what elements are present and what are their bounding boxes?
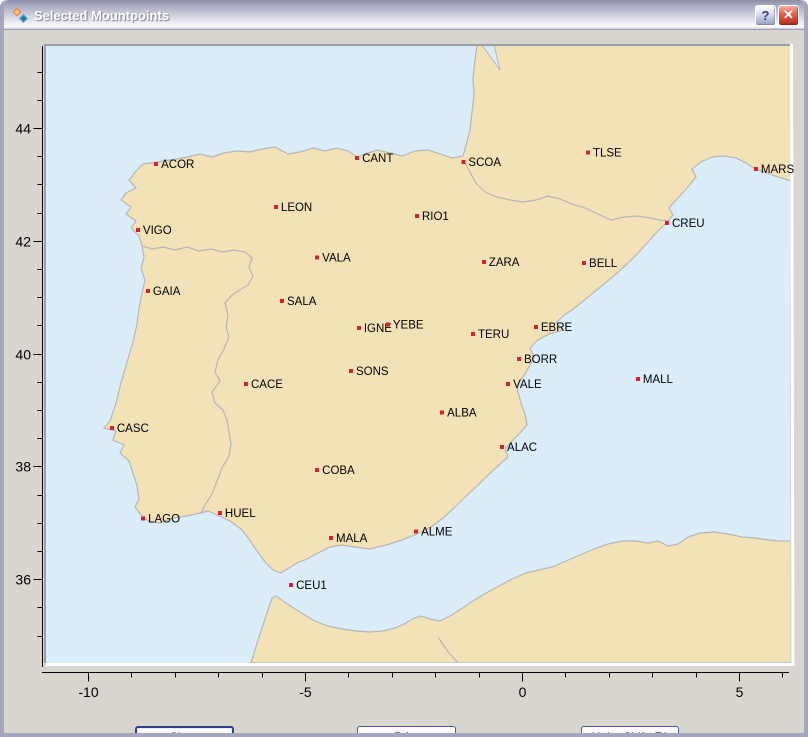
mountpoint-marker [586,150,590,154]
mountpoint-marker [357,326,361,330]
mountpoint-marker [349,369,353,373]
mountpoint-label: ALBA [447,407,477,419]
dialog-window: Selected Mountpoints ? ✕ -10 -5 0 5 44 42 40 38… [0,0,808,737]
mountpoint-label: CACE [251,379,283,391]
y-tick-label: 44 [15,121,31,137]
y-tick-label: 40 [15,347,31,363]
mountpoint-label: MALA [336,533,368,545]
mountpoint-marker [386,322,390,326]
x-tick-label: 0 [519,684,527,700]
mountpoint-marker [244,382,248,386]
mountpoint-marker [754,167,758,171]
window-title: Selected Mountpoints [34,8,753,23]
mountpoint-marker [665,221,669,225]
mountpoint-marker [482,260,486,264]
mountpoint-label: GAIA [153,286,181,298]
mountpoint-label: RIO1 [422,211,449,223]
app-icon [12,7,29,24]
mountpoint-marker [274,205,278,209]
mountpoint-marker [582,261,586,265]
mountpoint-label: MALL [643,374,674,386]
y-tick-label: 36 [15,572,31,588]
mountpoint-label: VALA [322,253,351,265]
y-tick-label: 42 [15,234,31,250]
dialog-client-area: -10 -5 0 5 44 42 40 38 36 ACOR CANT SCOA TLSE MARS LEO… [4,30,804,733]
mountpoint-label: CANT [362,153,393,165]
mountpoint-marker [280,299,284,303]
mountpoint-label: MARS [761,164,795,176]
mountpoint-label: BORR [524,354,557,366]
mountpoint-label: YEBE [393,319,424,331]
mountpoint-marker [506,382,510,386]
mountpoint-marker [471,332,475,336]
mountpoint-label: TLSE [593,147,622,159]
mountpoint-label: ALAC [507,442,537,454]
mountpoint-marker [289,583,293,587]
mountpoint-label: CEU1 [296,580,327,592]
mountpoint-marker [218,511,222,515]
mountpoint-label: ALME [421,526,453,538]
close-button[interactable]: Close [135,726,234,737]
mountpoint-label: COBA [322,465,355,477]
mountpoint-label: EBRE [541,322,573,334]
help-icon[interactable]: ? [755,5,776,26]
mountpoint-marker [500,445,504,449]
mountpoint-marker [146,289,150,293]
mountpoint-label: SCOA [468,157,501,169]
mountpoint-marker [154,162,158,166]
mountpoint-marker [110,426,114,430]
mountpoint-marker [355,156,359,160]
mountpoint-label: LAGO [148,513,180,525]
close-icon[interactable]: ✕ [778,5,799,26]
x-tick-label: 5 [736,684,744,700]
mountpoint-marker [461,160,465,164]
print-button[interactable]: Print [357,726,456,737]
mountpoint-label: SONS [356,366,389,378]
mountpoint-marker [636,377,640,381]
mountpoint-marker [136,228,140,232]
mountpoint-label: VIGO [143,225,172,237]
mountpoint-label: CASC [117,423,149,435]
mountpoint-marker [414,529,418,533]
mountpoints-map: -10 -5 0 5 44 42 40 38 36 ACOR CANT SCOA TLSE MARS LEO… [4,30,804,703]
mountpoint-label: ZARA [489,257,520,269]
mountpoint-MARS: MARS [754,164,795,176]
mountpoint-label: BELL [589,258,618,270]
mountpoint-marker [415,214,419,218]
mountpoint-marker [517,357,521,361]
mountpoint-marker [534,325,538,329]
mountpoint-label: SALA [287,296,317,308]
mountpoint-marker [315,256,319,260]
mountpoint-ACOR: ACOR [154,159,194,171]
mountpoint-label: ACOR [161,159,194,171]
x-tick-label: -5 [299,684,312,700]
mountpoint-label: TERU [478,329,509,341]
mountpoint-marker [141,516,145,520]
mountpoint-BORR: BORR [517,354,557,366]
y-tick-label: 38 [15,459,31,475]
mountpoint-marker [315,468,319,472]
mountpoint-marker [440,410,444,414]
help-button[interactable]: Help=Shift+F1 [581,726,679,737]
mountpoint-label: CREU [672,218,705,230]
x-tick-label: -10 [78,684,98,700]
mountpoint-marker [329,536,333,540]
mountpoint-label: VALE [513,379,542,391]
mountpoint-label: HUEL [225,508,256,520]
title-bar[interactable]: Selected Mountpoints ? ✕ [4,0,804,30]
mountpoint-label: LEON [281,202,312,214]
